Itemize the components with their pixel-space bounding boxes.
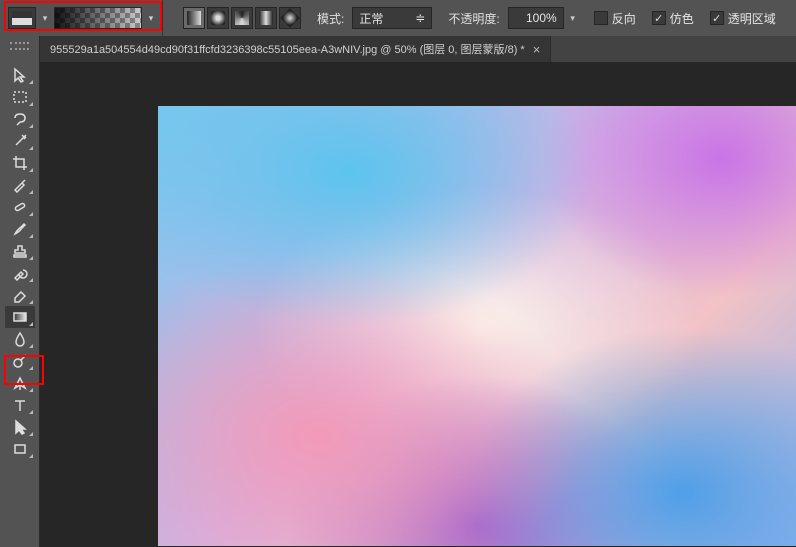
- tool-preset-button[interactable]: [8, 7, 36, 29]
- transparency-label: 透明区域: [728, 10, 776, 27]
- diamond-gradient-icon: [280, 8, 300, 28]
- history-brush-icon: [12, 265, 28, 281]
- checkbox-icon: ✓: [710, 11, 724, 25]
- gradient-tool[interactable]: [5, 306, 35, 328]
- droplet-icon: [12, 331, 28, 347]
- eraser-icon: [12, 287, 28, 303]
- type-icon: [12, 397, 28, 413]
- gradient-picker-dropdown[interactable]: ▾: [146, 7, 156, 29]
- angle-gradient-icon: [235, 11, 249, 25]
- dodge-icon: [12, 353, 28, 369]
- move-tool[interactable]: [5, 64, 35, 86]
- opacity-value: 100%: [526, 11, 557, 25]
- blend-mode-value: 正常: [359, 10, 383, 27]
- brush-tool[interactable]: [5, 218, 35, 240]
- checkbox-icon: ✓: [652, 11, 666, 25]
- tools-panel: [0, 36, 40, 547]
- history-brush-tool[interactable]: [5, 262, 35, 284]
- marquee-tool[interactable]: [5, 86, 35, 108]
- reverse-label: 反向: [612, 10, 636, 27]
- arrow-cursor-icon: [12, 419, 28, 435]
- wand-icon: [12, 133, 28, 149]
- pen-icon: [12, 375, 28, 391]
- panel-grip-icon[interactable]: [10, 42, 29, 50]
- stamp-icon: [12, 243, 28, 259]
- gradient-type-diamond[interactable]: [279, 7, 301, 29]
- document-canvas[interactable]: [158, 106, 796, 546]
- gradient-icon: [12, 309, 28, 325]
- gradient-type-linear[interactable]: [183, 7, 205, 29]
- gradient-type-radial[interactable]: [207, 7, 229, 29]
- opacity-dropdown[interactable]: ▾: [568, 7, 578, 29]
- transparency-checkbox[interactable]: ✓ 透明区域: [710, 10, 776, 27]
- lasso-icon: [12, 111, 28, 127]
- tool-preset-dropdown[interactable]: ▾: [40, 7, 50, 29]
- dither-label: 仿色: [670, 10, 694, 27]
- divider: [162, 0, 163, 36]
- dodge-tool[interactable]: [5, 350, 35, 372]
- reflected-gradient-icon: [259, 11, 273, 25]
- pen-tool[interactable]: [5, 372, 35, 394]
- document-tab-bar: 955529a1a504554d49cd90f31ffcfd3236398c55…: [40, 36, 796, 62]
- rectangle-shape-tool[interactable]: [5, 438, 35, 460]
- crop-icon: [12, 155, 28, 171]
- clone-stamp-tool[interactable]: [5, 240, 35, 262]
- lasso-tool[interactable]: [5, 108, 35, 130]
- blend-mode-label: 模式:: [317, 10, 344, 27]
- options-bar: ▾ ▾ 模式: 正常 ≑ 不透明度: 100% ▾ 反向 ✓ 仿色 ✓ 透明区域: [0, 0, 796, 36]
- gradient-editor-swatch[interactable]: [54, 7, 142, 29]
- healing-brush-tool[interactable]: [5, 196, 35, 218]
- eyedropper-tool[interactable]: [5, 174, 35, 196]
- document-tab[interactable]: 955529a1a504554d49cd90f31ffcfd3236398c55…: [40, 36, 551, 62]
- close-tab-button[interactable]: ×: [533, 42, 541, 57]
- rectangle-icon: [12, 441, 28, 457]
- eyedropper-icon: [12, 177, 28, 193]
- marquee-icon: [12, 89, 28, 105]
- opacity-label: 不透明度:: [448, 10, 499, 27]
- type-tool[interactable]: [5, 394, 35, 416]
- linear-gradient-icon: [187, 11, 201, 25]
- magic-wand-tool[interactable]: [5, 130, 35, 152]
- radial-gradient-icon: [211, 11, 225, 25]
- gradient-tool-icon: [12, 11, 32, 25]
- workspace: [40, 62, 796, 547]
- checkbox-icon: [594, 11, 608, 25]
- gradient-type-reflected[interactable]: [255, 7, 277, 29]
- gradient-type-group: [183, 7, 301, 29]
- brush-icon: [12, 221, 28, 237]
- crop-tool[interactable]: [5, 152, 35, 174]
- gradient-type-angle[interactable]: [231, 7, 253, 29]
- reverse-checkbox[interactable]: 反向: [594, 10, 636, 27]
- dither-checkbox[interactable]: ✓ 仿色: [652, 10, 694, 27]
- eraser-tool[interactable]: [5, 284, 35, 306]
- blur-tool[interactable]: [5, 328, 35, 350]
- blend-mode-select[interactable]: 正常 ≑: [352, 7, 432, 29]
- path-selection-tool[interactable]: [5, 416, 35, 438]
- move-icon: [12, 67, 28, 83]
- bandage-icon: [12, 199, 28, 215]
- document-tab-title: 955529a1a504554d49cd90f31ffcfd3236398c55…: [50, 41, 525, 57]
- opacity-field[interactable]: 100%: [508, 7, 564, 29]
- dropdown-icon: ≑: [415, 11, 425, 25]
